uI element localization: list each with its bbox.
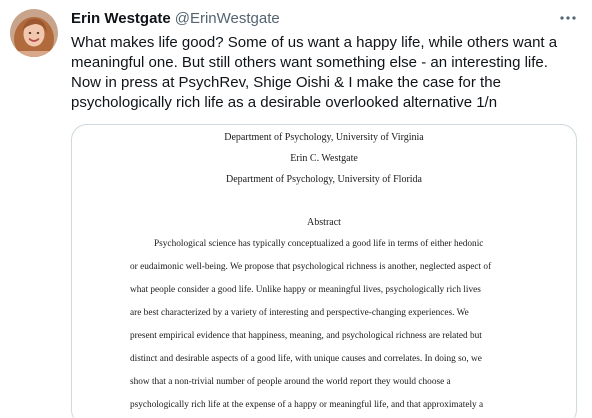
abstract-line: present empirical evidence that happines… <box>130 331 482 341</box>
abstract-line: psychologically rich life at the expense… <box>130 400 484 410</box>
tweet-text-line: What makes life good? Some of us want a … <box>71 34 558 51</box>
avatar[interactable] <box>10 9 58 57</box>
tweet-header: Erin Westgate @ErinWestgate <box>71 10 280 30</box>
more-options-button[interactable] <box>554 8 582 28</box>
author-line: Erin C. Westgate <box>290 153 358 164</box>
abstract-line: distinct and desirable aspects of a good… <box>130 354 482 364</box>
affiliation-line: Department of Psychology, University of … <box>224 132 424 143</box>
author-display-name[interactable]: Erin Westgate <box>71 10 171 27</box>
tweet-text-line: Now in press at PsychRev, Shige Oishi & … <box>71 74 501 91</box>
profile-photo-icon <box>10 9 58 57</box>
author-handle[interactable]: @ErinWestgate <box>175 10 280 27</box>
abstract-heading: Abstract <box>307 217 341 228</box>
tweet-text-line: meaningful one. But still others want so… <box>71 54 548 71</box>
abstract-line: are best characterized by a variety of i… <box>130 308 469 318</box>
tweet-text-line: psychologically rich life as a desirable… <box>71 94 498 111</box>
more-horizontal-icon <box>560 16 576 20</box>
abstract-line: or eudaimonic well-being. We propose tha… <box>130 262 492 272</box>
tweet: Erin Westgate @ErinWestgate What makes l… <box>0 0 592 418</box>
attached-image[interactable]: Department of Psychology, University of … <box>71 124 577 418</box>
abstract-line: show that a non-trivial number of people… <box>130 377 451 387</box>
abstract-line: Psychological science has typically conc… <box>154 239 484 249</box>
tweet-text: What makes life good? Some of us want a … <box>71 33 576 113</box>
paper-page: Department of Psychology, University of … <box>72 125 576 418</box>
abstract-line: what people consider a good life. Unlike… <box>130 285 481 295</box>
affiliation-line: Department of Psychology, University of … <box>226 174 422 185</box>
